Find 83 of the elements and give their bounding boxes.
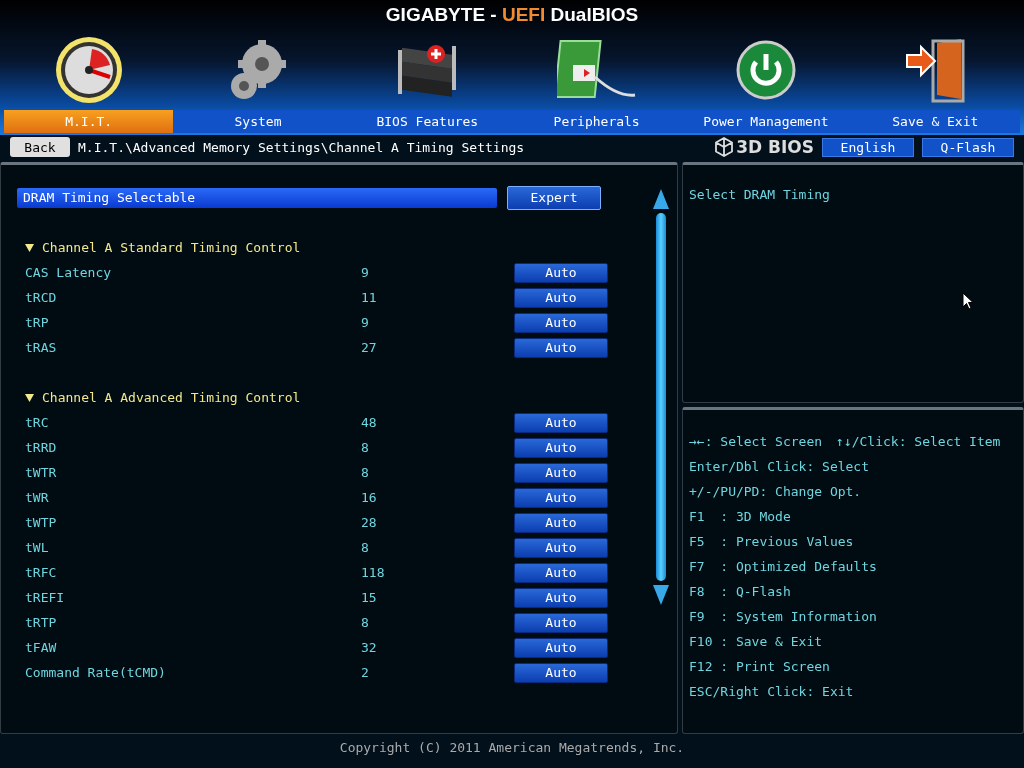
setting-label[interactable]: tRC: [25, 415, 361, 430]
key-help-text: ↑↓/Click: Select Item: [836, 434, 1001, 451]
scrollbar-thumb[interactable]: [656, 213, 666, 581]
mouse-pointer-icon: [962, 292, 974, 310]
setting-label[interactable]: tWR: [25, 490, 361, 505]
bios-title: GIGABYTE - UEFI DualBIOS: [385, 4, 639, 27]
setting-label[interactable]: tRCD: [25, 290, 361, 305]
setting-value: 48: [361, 415, 378, 430]
setting-label[interactable]: tRTP: [25, 615, 361, 630]
menu-tab[interactable]: Power Management: [681, 110, 851, 133]
key-help-text: +/-/PU/PD: Change Opt.: [689, 484, 862, 501]
setting-value: 15: [361, 590, 378, 605]
setting-label[interactable]: tRFC: [25, 565, 361, 580]
setting-value: 27: [361, 340, 378, 355]
setting-label[interactable]: tRAS: [25, 340, 361, 355]
key-help-text: Enter/Dbl Click: Select: [689, 459, 869, 476]
setting-label[interactable]: tWTR: [25, 465, 361, 480]
option-button[interactable]: Auto: [514, 512, 608, 533]
option-button[interactable]: Auto: [514, 637, 608, 658]
language-button[interactable]: English: [822, 137, 914, 157]
option-button[interactable]: Auto: [514, 337, 608, 358]
section-title: Channel A Standard Timing Control: [42, 240, 301, 255]
3d-bios-logo: 3D BIOS: [736, 137, 814, 157]
back-button[interactable]: Back: [10, 137, 70, 157]
setting-value: 9: [361, 315, 370, 330]
key-help-text: F5 : Previous Values: [689, 534, 854, 551]
option-button[interactable]: Auto: [514, 262, 608, 283]
setting-label[interactable]: tREFI: [25, 590, 361, 605]
setting-label[interactable]: tRP: [25, 315, 361, 330]
setting-value: 11: [361, 290, 378, 305]
setting-label[interactable]: tFAW: [25, 640, 361, 655]
option-button[interactable]: Auto: [514, 587, 608, 608]
menu-tab[interactable]: System: [173, 110, 343, 133]
option-button[interactable]: Auto: [514, 437, 608, 458]
menu-tab[interactable]: BIOS Features: [342, 110, 512, 133]
setting-value: 8: [361, 615, 370, 630]
triangle-icon: [25, 393, 34, 402]
copyright-text: Copyright (C) 2011 American Megatrends, Inc.: [339, 740, 685, 755]
q-flash-button[interactable]: Q-Flash: [922, 137, 1014, 157]
setting-label[interactable]: CAS Latency: [25, 265, 361, 280]
option-button[interactable]: Expert: [507, 185, 601, 210]
setting-label[interactable]: tWTP: [25, 515, 361, 530]
menu-tab[interactable]: Peripherals: [512, 110, 682, 133]
key-help-text: F10 : Save & Exit: [689, 634, 823, 651]
setting-value: 28: [361, 515, 378, 530]
setting-value: 2: [361, 665, 370, 680]
key-help-text: F7 : Optimized Defaults: [689, 559, 877, 576]
option-button[interactable]: Auto: [514, 662, 608, 683]
cube-icon: [714, 137, 735, 157]
option-button[interactable]: Auto: [514, 487, 608, 508]
option-button[interactable]: Auto: [514, 612, 608, 633]
key-help-text: F1 : 3D Mode: [689, 509, 791, 526]
setting-label[interactable]: Command Rate(tCMD): [25, 665, 361, 680]
setting-value: 118: [361, 565, 386, 580]
key-help-text: F9 : System Information: [689, 609, 877, 626]
key-help-text: F12 : Print Screen: [689, 659, 830, 676]
option-button[interactable]: Auto: [514, 412, 608, 433]
menu-tab[interactable]: Save & Exit: [850, 110, 1020, 133]
option-button[interactable]: Auto: [514, 287, 608, 308]
setting-value: 8: [361, 440, 370, 455]
breadcrumb-path: M.I.T.\Advanced Memory Settings\Channel A Timing Settings: [78, 139, 526, 155]
setting-label[interactable]: DRAM Timing Selectable: [17, 187, 497, 208]
option-button[interactable]: Auto: [514, 462, 608, 483]
setting-value: 16: [361, 490, 378, 505]
setting-label[interactable]: tWL: [25, 540, 361, 555]
scroll-up-arrow-icon[interactable]: [653, 189, 669, 209]
door-exit-icon[interactable]: [903, 37, 968, 103]
option-button[interactable]: Auto: [514, 562, 608, 583]
key-help-text: ESC/Right Click: Exit: [689, 684, 854, 701]
description-text: Select DRAM Timing: [689, 187, 830, 202]
setting-value: 9: [361, 265, 370, 280]
setting-value: 8: [361, 540, 370, 555]
option-button[interactable]: Auto: [514, 312, 608, 333]
power-icon[interactable]: [735, 40, 796, 100]
setting-label[interactable]: tRRD: [25, 440, 361, 455]
key-help-text: F8 : Q-Flash: [689, 584, 791, 601]
key-help-text: →←: Select Screen: [689, 434, 823, 451]
setting-value: 8: [361, 465, 370, 480]
section-title: Channel A Advanced Timing Control: [42, 390, 301, 405]
triangle-icon: [25, 243, 34, 252]
option-button[interactable]: Auto: [514, 537, 608, 558]
setting-value: 32: [361, 640, 378, 655]
scroll-down-arrow-icon[interactable]: [653, 585, 669, 605]
